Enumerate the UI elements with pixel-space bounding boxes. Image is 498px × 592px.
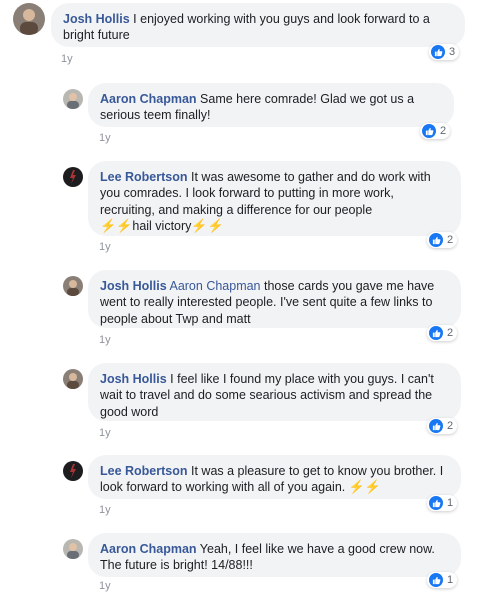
like-thumb-icon [429,233,443,247]
reaction-number: 2 [440,125,447,137]
reaction-number: 3 [449,46,456,58]
reaction-number: 2 [447,327,454,339]
reaction-count[interactable]: 2 [427,325,458,341]
reaction-count[interactable]: 3 [429,44,460,60]
like-thumb-icon [429,419,443,433]
comment-author[interactable]: Aaron Chapman [100,542,197,556]
comment-timestamp[interactable]: 1y [99,334,111,346]
comment-timestamp[interactable]: 1y [61,53,73,65]
comment-author[interactable]: Lee Robertson [100,464,188,478]
like-thumb-icon [429,496,443,510]
avatar[interactable] [63,89,83,109]
reaction-number: 2 [447,234,454,246]
reaction-count[interactable]: 2 [420,123,451,139]
reaction-count[interactable]: 2 [427,418,458,434]
avatar[interactable] [13,3,45,35]
like-thumb-icon [429,573,443,587]
reaction-count[interactable]: 1 [427,495,458,511]
comment-author[interactable]: Lee Robertson [100,170,188,184]
comment-bubble: Aaron Chapman Same here comrade! Glad we… [88,83,454,127]
comment-bubble: Aaron Chapman Yeah, I feel like we have … [88,533,461,577]
like-thumb-icon [422,124,436,138]
comment-mention[interactable]: Aaron Chapman [169,279,260,293]
reaction-number: 1 [447,574,454,586]
comment-author[interactable]: Josh Hollis [63,12,130,26]
reaction-count[interactable]: 2 [427,232,458,248]
avatar[interactable] [63,369,83,389]
comment-timestamp[interactable]: 1y [99,504,111,516]
avatar[interactable] [63,276,83,296]
comment-bubble: Lee Robertson It was awesome to gather a… [88,161,461,236]
comment-bubble: Josh Hollis Aaron Chapman those cards yo… [88,270,461,328]
avatar[interactable] [63,461,83,481]
like-thumb-icon [429,326,443,340]
reaction-number: 2 [447,420,454,432]
reaction-number: 1 [447,497,454,509]
comment-timestamp[interactable]: 1y [99,427,111,439]
avatar[interactable] [63,167,83,187]
like-thumb-icon [431,45,445,59]
comment-author[interactable]: Josh Hollis [100,372,167,386]
high-voltage-emoji-icon: ⚡⚡ [191,217,224,233]
comment-timestamp[interactable]: 1y [99,132,111,144]
high-voltage-emoji-icon: ⚡⚡ [100,217,133,233]
comment-author[interactable]: Aaron Chapman [100,92,197,106]
comment-timestamp[interactable]: 1y [99,241,111,253]
comment-bubble: Lee Robertson It was a pleasure to get t… [88,455,461,499]
comment-text-line2: hail victory [132,218,192,233]
comment-timestamp[interactable]: 1y [99,580,111,592]
comment-author[interactable]: Josh Hollis [100,279,167,293]
comment-bubble: Josh Hollis I feel like I found my place… [88,363,461,421]
comment-bubble: Josh Hollis I enjoyed working with you g… [51,3,465,47]
high-voltage-emoji-icon: ⚡⚡ [348,479,382,495]
avatar[interactable] [63,539,83,559]
reaction-count[interactable]: 1 [427,572,458,588]
